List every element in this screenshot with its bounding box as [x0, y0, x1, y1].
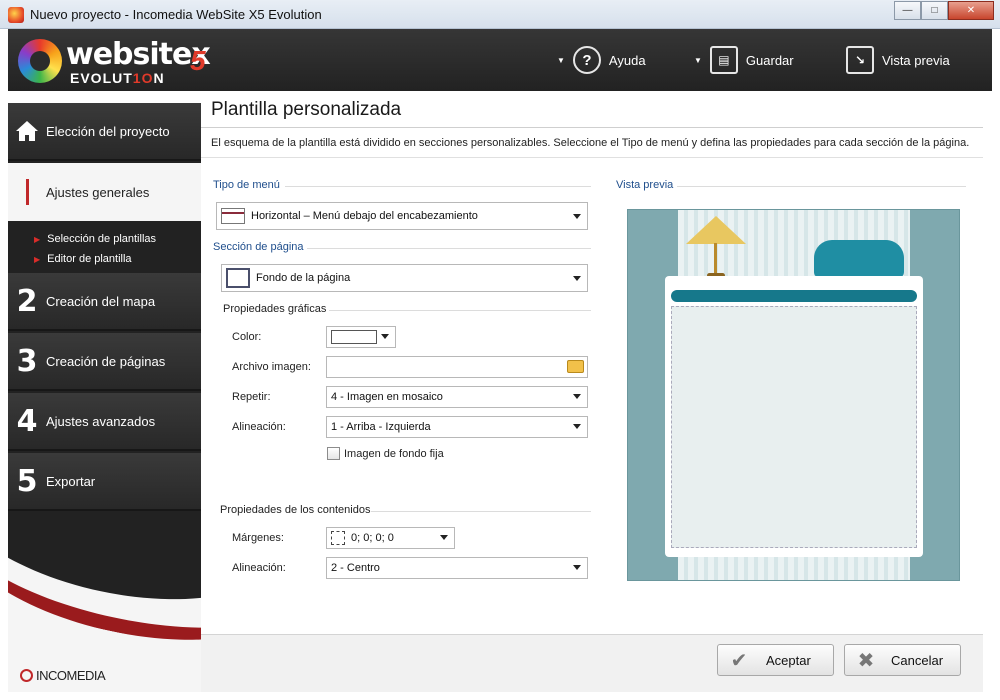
sidebar-item-label: Elección del proyecto: [46, 123, 170, 139]
sidebar-item-project[interactable]: Elección del proyecto: [8, 103, 201, 161]
margins-select[interactable]: 0; 0; 0; 0: [326, 527, 455, 549]
sidebar-item-map[interactable]: 2 Creación del mapa: [8, 273, 201, 331]
graphic-props-heading: Propiedades gráficas: [223, 303, 327, 315]
window-titlebar: Nuevo proyecto - Incomedia WebSite X5 Ev…: [0, 0, 1000, 29]
sidebar-item-pages[interactable]: 3 Creación de páginas: [8, 333, 201, 391]
sidebar-item-label: Ajustes generales: [46, 184, 150, 200]
panel-description: El esquema de la plantilla está dividido…: [211, 137, 970, 149]
sidebar-item-label: Exportar: [46, 473, 96, 489]
step-number: 2: [16, 283, 38, 319]
chevron-down-icon: [573, 424, 581, 429]
image-file-input[interactable]: [326, 356, 588, 378]
color-picker[interactable]: [326, 326, 396, 348]
chevron-down-icon: ▼: [557, 55, 565, 65]
main-panel: Plantilla personalizada El esquema de la…: [201, 91, 983, 634]
sidebar: Elección del proyecto Ajustes generales …: [8, 103, 201, 692]
help-label: Ayuda: [608, 52, 646, 68]
minimize-button[interactable]: —: [894, 1, 921, 20]
step-number: 3: [16, 343, 38, 379]
color-swatch: [331, 330, 377, 344]
fixed-bg-label: Imagen de fondo fija: [344, 448, 444, 460]
accept-button[interactable]: ✔ Aceptar: [717, 644, 834, 676]
sidebar-item-advanced[interactable]: 4 Ajustes avanzados: [8, 393, 201, 451]
app-icon: [8, 7, 24, 23]
step-number: 5: [16, 463, 38, 499]
page-layout-icon: [226, 268, 250, 288]
sidebar-decoration: INCOMEDIA: [8, 513, 201, 692]
window-controls: — □ ✕: [894, 1, 994, 20]
preview-heading: Vista previa: [616, 179, 674, 191]
margins-label: Márgenes:: [232, 532, 284, 544]
preview-button[interactable]: ↘ Vista previa: [846, 45, 950, 75]
content-alignment-select[interactable]: 2 - Centro: [326, 557, 588, 579]
close-button[interactable]: ✕: [948, 1, 994, 20]
sidebar-item-label: Ajustes avanzados: [46, 413, 156, 429]
close-icon: ✖: [857, 649, 875, 672]
content-alignment-label: Alineación:: [232, 562, 286, 574]
logo-x5: 5: [190, 45, 206, 76]
color-label: Color:: [232, 331, 262, 343]
menu-layout-icon: [221, 208, 245, 224]
triangle-right-icon: ▶: [34, 234, 41, 244]
brand-logo: INCOMEDIA: [20, 668, 106, 683]
chevron-down-icon: [573, 214, 581, 219]
check-icon: ✔: [730, 649, 748, 672]
logo-sub: EVOLUT1ON: [70, 70, 165, 86]
page-section-select[interactable]: Fondo de la página: [221, 264, 588, 292]
lamp-icon: [686, 216, 746, 244]
sidebar-subitem-template-editor[interactable]: ▶ Editor de plantilla: [8, 249, 201, 269]
sidebar-item-export[interactable]: 5 Exportar: [8, 453, 201, 511]
help-button[interactable]: ▼ ? Ayuda: [557, 45, 646, 75]
save-icon: ▤: [709, 46, 738, 74]
window-title: Nuevo proyecto - Incomedia WebSite X5 Ev…: [30, 7, 322, 22]
preview-page-body: [671, 306, 917, 548]
logo-circle-icon: [18, 39, 62, 83]
chevron-down-icon: ▼: [694, 55, 702, 65]
chevron-down-icon: [440, 535, 448, 540]
sidebar-subitems: ▶ Selección de plantillas ▶ Editor de pl…: [8, 223, 201, 271]
alignment-label: Alineación:: [232, 421, 286, 433]
logo-word: websitex: [66, 37, 211, 72]
brand-ring-icon: [20, 669, 33, 682]
template-preview: [627, 209, 960, 581]
triangle-right-icon: ▶: [34, 254, 41, 264]
maximize-button[interactable]: □: [921, 1, 948, 20]
preview-label: Vista previa: [882, 52, 950, 68]
home-icon: [8, 120, 46, 142]
sidebar-item-label: Creación de páginas: [46, 353, 166, 369]
armchair-icon: [814, 240, 904, 278]
chevron-down-icon: [381, 334, 389, 339]
app-logo: websitex 5 EVOLUT1ON: [18, 37, 228, 86]
step-number: 4: [16, 403, 38, 439]
monitor-icon: ↘: [846, 46, 874, 74]
sidebar-subitem-template-selection[interactable]: ▶ Selección de plantillas: [8, 229, 201, 249]
page-section-heading: Sección de página: [213, 241, 304, 253]
active-marker: [26, 179, 29, 205]
folder-icon[interactable]: [567, 360, 584, 373]
page-title: Plantilla personalizada: [211, 99, 402, 120]
footer-bar: ✔ Aceptar ✖ Cancelar: [201, 634, 983, 692]
margins-icon: [331, 531, 345, 545]
help-icon: ?: [572, 46, 601, 74]
save-label: Guardar: [745, 52, 794, 68]
chevron-down-icon: [573, 394, 581, 399]
save-button[interactable]: ▼ ▤ Guardar: [694, 45, 794, 75]
app-header: websitex 5 EVOLUT1ON ▼ ? Ayuda ▼ ▤ Guard…: [8, 29, 992, 91]
preview-menu-bar: [671, 290, 917, 302]
sidebar-item-general-settings[interactable]: Ajustes generales: [8, 163, 201, 221]
alignment-select[interactable]: 1 - Arriba - Izquierda: [326, 416, 588, 438]
repeat-select[interactable]: 4 - Imagen en mosaico: [326, 386, 588, 408]
chevron-down-icon: [573, 565, 581, 570]
content-props-heading: Propiedades de los contenidos: [220, 504, 371, 516]
menu-type-heading: Tipo de menú: [213, 179, 280, 191]
fixed-bg-checkbox[interactable]: [327, 447, 340, 460]
menu-type-select[interactable]: Horizontal – Menú debajo del encabezamie…: [216, 202, 588, 230]
image-file-label: Archivo imagen:: [232, 361, 311, 373]
chevron-down-icon: [573, 276, 581, 281]
cancel-button[interactable]: ✖ Cancelar: [844, 644, 961, 676]
sidebar-item-label: Creación del mapa: [46, 293, 156, 309]
repeat-label: Repetir:: [232, 391, 271, 403]
